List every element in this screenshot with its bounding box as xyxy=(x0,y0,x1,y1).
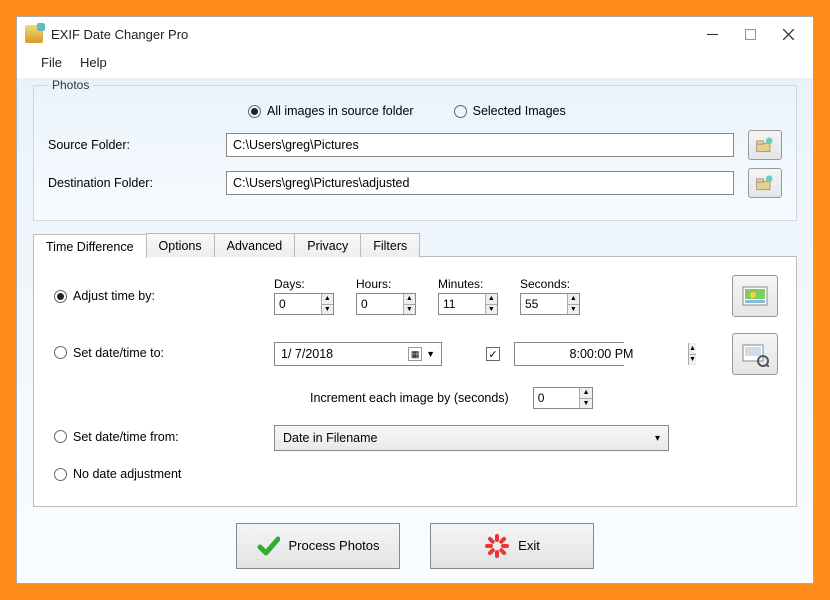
dest-folder-label: Destination Folder: xyxy=(48,176,218,190)
process-photos-button[interactable]: Process Photos xyxy=(236,523,400,569)
dest-folder-input[interactable] xyxy=(226,171,734,195)
menu-file[interactable]: File xyxy=(41,55,62,70)
tab-strip: Time Difference Options Advanced Privacy… xyxy=(33,233,797,257)
app-window: EXIF Date Changer Pro File Help Photos A… xyxy=(16,16,814,584)
source-folder-label: Source Folder: xyxy=(48,138,218,152)
radio-no-adjustment[interactable]: No date adjustment xyxy=(54,467,181,481)
tab-time-difference[interactable]: Time Difference xyxy=(33,234,147,258)
time-enabled-checkbox[interactable]: ✓ xyxy=(486,347,500,361)
exit-button[interactable]: Exit xyxy=(430,523,594,569)
window-title: EXIF Date Changer Pro xyxy=(51,27,705,42)
radio-adjust-time[interactable]: Adjust time by: xyxy=(54,289,155,303)
tab-advanced[interactable]: Advanced xyxy=(214,233,296,257)
chevron-down-icon: ▾ xyxy=(655,433,660,444)
browse-source-button[interactable] xyxy=(748,130,782,160)
set-from-dropdown[interactable]: Date in Filename ▾ xyxy=(274,425,669,451)
menubar: File Help xyxy=(17,51,813,78)
seconds-spinner[interactable]: ▲▼ xyxy=(520,293,580,315)
hours-spinner[interactable]: ▲▼ xyxy=(356,293,416,315)
source-folder-input[interactable] xyxy=(226,133,734,157)
calendar-icon[interactable]: ▦ xyxy=(408,347,422,361)
increment-spinner[interactable]: ▲▼ xyxy=(533,387,593,409)
maximize-button[interactable] xyxy=(743,27,757,41)
hours-label: Hours: xyxy=(356,277,416,291)
date-input[interactable]: 1/ 7/2018 ▦▼ xyxy=(274,342,442,366)
minutes-label: Minutes: xyxy=(438,277,498,291)
preview-setto-button[interactable] xyxy=(732,333,778,375)
minutes-spinner[interactable]: ▲▼ xyxy=(438,293,498,315)
tab-panel: Adjust time by: Days: ▲▼ Hours: ▲▼ Minut… xyxy=(33,256,797,507)
close-button[interactable] xyxy=(781,27,795,41)
tab-privacy[interactable]: Privacy xyxy=(294,233,361,257)
increment-label: Increment each image by (seconds) xyxy=(310,391,509,405)
app-icon xyxy=(25,25,43,43)
photos-group: Photos All images in source folder Selec… xyxy=(33,78,797,221)
tab-filters[interactable]: Filters xyxy=(360,233,420,257)
time-input[interactable]: ▲▼ xyxy=(514,342,624,366)
days-label: Days: xyxy=(274,277,334,291)
titlebar: EXIF Date Changer Pro xyxy=(17,17,813,51)
preview-adjust-button[interactable] xyxy=(732,275,778,317)
seconds-label: Seconds: xyxy=(520,277,580,291)
minimize-button[interactable] xyxy=(705,27,719,41)
radio-selected-images[interactable]: Selected Images xyxy=(454,104,566,118)
tab-options[interactable]: Options xyxy=(146,233,215,257)
radio-set-date-time-to[interactable]: Set date/time to: xyxy=(54,346,164,360)
browse-dest-button[interactable] xyxy=(748,168,782,198)
photos-legend: Photos xyxy=(48,78,93,92)
radio-set-date-time-from[interactable]: Set date/time from: xyxy=(54,430,179,444)
days-spinner[interactable]: ▲▼ xyxy=(274,293,334,315)
menu-help[interactable]: Help xyxy=(80,55,107,70)
radio-all-images[interactable]: All images in source folder xyxy=(248,104,414,118)
date-dropdown-icon[interactable]: ▼ xyxy=(426,349,435,359)
